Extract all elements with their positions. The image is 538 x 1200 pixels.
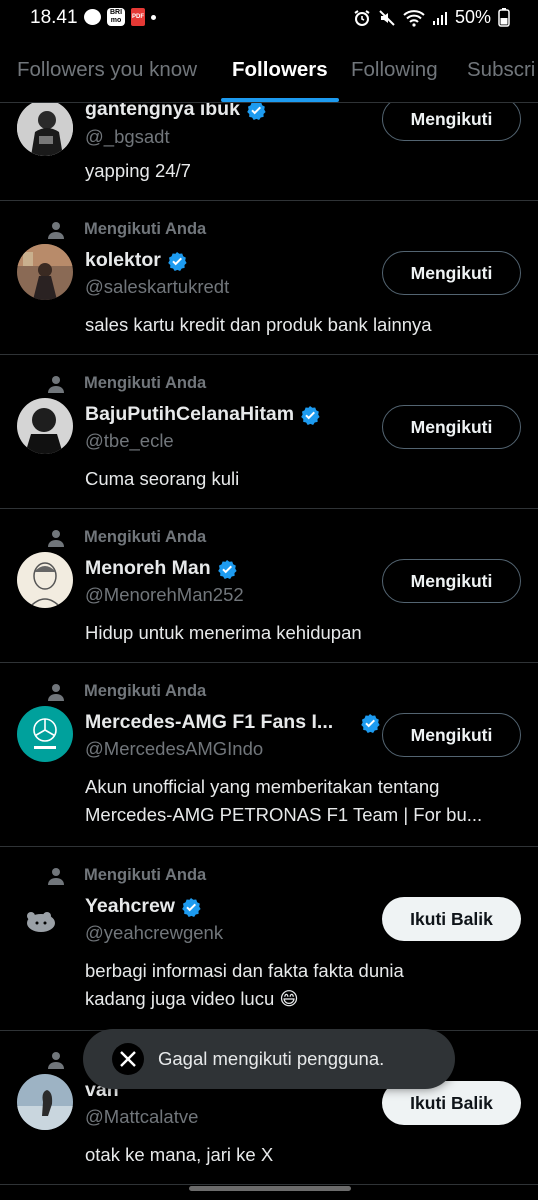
avatar[interactable] [17, 552, 73, 608]
context-label: Mengikuti Anda [84, 374, 207, 392]
user-bio: Akun unofficial yang memberitakan tentan… [85, 773, 525, 829]
user-handle: @saleskartukredt [85, 276, 230, 297]
following-button[interactable]: Mengikuti [382, 251, 521, 295]
active-tab-indicator [221, 98, 339, 102]
follows-you-context: Mengikuti Anda [48, 220, 206, 239]
context-label: Mengikuti Anda [84, 866, 207, 884]
signal-icon [432, 11, 447, 25]
verified-badge-icon [301, 405, 320, 425]
user-name[interactable]: Menoreh Man [85, 557, 237, 580]
verified-badge-icon [217, 559, 237, 579]
context-label: Mengikuti Anda [84, 682, 207, 700]
brimo-app-icon: BRI mo [107, 8, 125, 26]
wifi-icon [403, 9, 425, 27]
user-handle: @MercedesAMGIndo [85, 738, 264, 759]
verified-badge-icon [182, 897, 201, 917]
following-button[interactable]: Mengikuti [382, 405, 521, 449]
system-icons: 50% [353, 7, 510, 28]
user-bio: Cuma seorang kuli [85, 468, 240, 489]
tab-subscriptions[interactable]: Subscri [467, 58, 535, 82]
user-name[interactable]: Yeahcrew [85, 895, 201, 918]
avatar[interactable] [17, 100, 73, 156]
avatar[interactable] [17, 398, 73, 454]
list-item[interactable]: Mengikuti Anda kolektor @saleskartukredt… [0, 200, 538, 355]
following-button[interactable]: Mengikuti [382, 559, 521, 603]
user-handle: @yeahcrewgenk [85, 922, 224, 943]
user-bio: berbagi informasi dan fakta fakta dunia … [85, 957, 525, 1013]
battery-icon [498, 8, 510, 27]
user-name[interactable]: Mercedes-AMG F1 Fans I... [85, 711, 333, 734]
follows-you-context: Mengikuti Anda [48, 374, 206, 393]
verified-badge-icon [168, 251, 187, 271]
user-handle: @tbe_ecle [85, 430, 174, 451]
user-bio: Hidup untuk menerima kehidupan [85, 622, 362, 643]
avatar[interactable] [17, 706, 73, 762]
tab-followers-you-know[interactable]: Followers you know [17, 58, 197, 82]
avatar[interactable] [17, 1074, 73, 1130]
following-button[interactable]: Mengikuti [382, 713, 521, 757]
person-icon [48, 867, 64, 885]
toast-message: Gagal mengikuti pengguna. [158, 1048, 385, 1069]
pdf-app-icon: PDF [131, 8, 145, 26]
more-notifications-dot-icon [151, 14, 156, 20]
mute-icon [379, 9, 395, 26]
user-bio-line: berbagi informasi dan fakta fakta dunia [85, 960, 404, 981]
person-icon [48, 375, 64, 393]
follow-back-button[interactable]: Ikuti Balik [382, 897, 521, 941]
user-handle: @Mattcalatve [85, 1106, 199, 1127]
alarm-icon [354, 9, 370, 26]
user-name[interactable]: kolektor [85, 249, 187, 272]
user-handle: @_bgsadt [85, 126, 170, 147]
user-bio-line: kadang juga video lucu 😄 [85, 988, 299, 1009]
battery-percent: 50% [454, 7, 491, 27]
list-item[interactable]: Mengikuti Anda Mercedes-AMG F1 Fans I...… [0, 662, 538, 847]
follows-you-context: Mengikuti Anda [48, 682, 206, 701]
tab-followers[interactable]: Followers [232, 58, 328, 82]
x-logo-icon [112, 1043, 144, 1075]
user-name-text: kolektor [85, 249, 161, 271]
verified-badge-icon [361, 714, 380, 733]
user-name-text: BajuPutihCelanaHitam [85, 403, 295, 425]
status-bar: 18.41 BRI mo PDF 50% [0, 0, 538, 36]
clock: 18.41 [30, 7, 78, 28]
user-bio-line: Mercedes-AMG PETRONAS F1 Team | For bu..… [85, 804, 483, 825]
avatar[interactable] [17, 890, 73, 946]
avatar[interactable] [17, 244, 73, 300]
list-item[interactable]: Mengikuti Anda Menoreh Man @MenorehMan25… [0, 508, 538, 663]
context-label: Mengikuti Anda [84, 528, 207, 546]
list-item[interactable]: Mengikuti Anda Yeahcrew @yeahcrewgenk be… [0, 846, 538, 1031]
user-bio-line: Akun unofficial yang memberitakan tentan… [85, 776, 440, 797]
user-name-text: Yeahcrew [85, 895, 175, 917]
user-name-text: Mercedes-AMG F1 Fans I... [85, 711, 334, 733]
tab-following[interactable]: Following [351, 58, 438, 82]
user-handle: @MenorehMan252 [85, 584, 244, 605]
user-bio: otak ke mana, jari ke X [85, 1144, 274, 1165]
gesture-navigation-bar[interactable] [189, 1186, 351, 1191]
follows-you-context: Mengikuti Anda [48, 528, 206, 547]
follows-you-context: Mengikuti Anda [48, 866, 206, 885]
user-name[interactable]: BajuPutihCelanaHitam [85, 403, 320, 426]
notification-icons: BRI mo PDF [84, 8, 156, 26]
user-bio: sales kartu kredit dan produk bank lainn… [85, 314, 432, 335]
chat-bubble-icon [84, 9, 101, 25]
person-icon [48, 221, 64, 239]
context-label: Mengikuti Anda [84, 220, 207, 238]
person-icon [48, 683, 64, 701]
follow-tabs: Followers you know Followers Following S… [0, 36, 538, 103]
list-item[interactable]: Mengikuti Anda BajuPutihCelanaHitam @tbe… [0, 354, 538, 509]
error-toast: Gagal mengikuti pengguna. [83, 1029, 455, 1089]
following-button[interactable]: Mengikuti [382, 97, 521, 141]
user-name-text: Menoreh Man [85, 557, 211, 579]
person-icon [48, 529, 64, 547]
person-icon [48, 1051, 64, 1069]
user-bio: yapping 24/7 [85, 160, 191, 181]
